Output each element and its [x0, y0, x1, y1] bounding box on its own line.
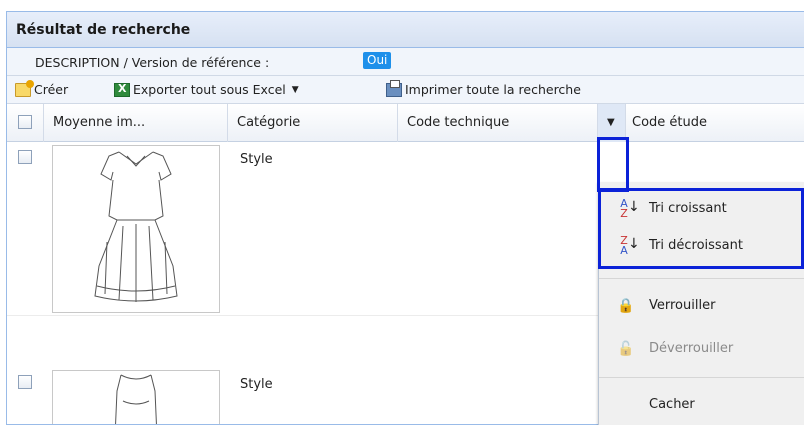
- toolbar: Créer Exporter tout sous Excel ▼ Imprime…: [7, 76, 804, 104]
- grid-header: Moyenne im... Catégorie Code technique ▼…: [7, 104, 804, 142]
- column-header-category[interactable]: Catégorie: [228, 104, 398, 142]
- menu-item-label: Tri croissant: [649, 201, 727, 216]
- panel-title: Résultat de recherche: [16, 22, 191, 38]
- reference-version-badge[interactable]: Oui: [363, 52, 392, 69]
- select-all-cell: [7, 104, 44, 142]
- description-text: DESCRIPTION / Version de référence :: [35, 55, 270, 70]
- excel-icon: [114, 82, 130, 97]
- arrow-down-icon: ↓: [628, 199, 640, 215]
- dress-sketch-icon: [94, 151, 178, 302]
- select-all-checkbox[interactable]: [18, 115, 32, 129]
- create-button[interactable]: Créer: [15, 79, 69, 97]
- row-checkbox[interactable]: [18, 150, 32, 164]
- menu-item-label: Tri décroissant: [649, 238, 743, 253]
- menu-item-lock[interactable]: 🔒 Verrouiller: [599, 288, 804, 324]
- menu-item-label: Déverrouiller: [649, 341, 734, 356]
- menu-separator: [599, 377, 804, 378]
- export-label: Exporter tout sous Excel: [133, 82, 286, 97]
- category-cell: Style: [240, 152, 273, 167]
- dress-thumbnail: [52, 145, 220, 313]
- unlock-icon: 🔓: [617, 341, 635, 357]
- export-excel-button[interactable]: Exporter tout sous Excel ▼: [114, 82, 299, 97]
- lock-icon: 🔒: [617, 298, 635, 314]
- print-label: Imprimer toute la recherche: [405, 82, 581, 97]
- menu-item-label: Verrouiller: [649, 298, 716, 313]
- menu-item-sort-ascending[interactable]: AZ ↓ Tri croissant: [599, 191, 804, 227]
- column-header-label: Code technique: [407, 115, 510, 130]
- menu-item-hide[interactable]: Cacher: [599, 387, 804, 423]
- print-all-button[interactable]: Imprimer toute la recherche: [386, 79, 581, 97]
- chevron-down-icon[interactable]: ▼: [607, 104, 615, 142]
- column-menu-trigger[interactable]: ▼: [598, 104, 626, 142]
- garment-sketch-icon: [115, 374, 157, 424]
- chevron-down-icon[interactable]: ▼: [292, 85, 299, 95]
- column-header-label: Code étude: [632, 115, 707, 130]
- menu-separator: [599, 278, 804, 279]
- category-cell: Style: [240, 377, 273, 392]
- arrow-down-icon: ↓: [628, 236, 640, 252]
- row-checkbox[interactable]: [18, 375, 32, 389]
- menu-item-label: Cacher: [649, 397, 695, 412]
- column-header-technical-code[interactable]: Code technique: [398, 104, 598, 142]
- garment-thumbnail: [52, 370, 220, 424]
- column-header-label: Moyenne im...: [53, 115, 146, 130]
- column-header-study-code[interactable]: Code étude: [626, 104, 804, 142]
- menu-item-unlock[interactable]: 🔓 Déverrouiller: [599, 331, 804, 367]
- create-icon: [15, 79, 34, 97]
- menu-item-sort-descending[interactable]: ZA ↓ Tri décroissant: [599, 228, 804, 264]
- print-icon: [386, 79, 402, 97]
- column-header-image[interactable]: Moyenne im...: [44, 104, 228, 142]
- panel-header: Résultat de recherche: [7, 12, 804, 48]
- column-header-label: Catégorie: [237, 115, 301, 130]
- create-label: Créer: [34, 82, 69, 97]
- description-bar: DESCRIPTION / Version de référence : Oui: [7, 48, 804, 76]
- column-context-menu: AZ ↓ Tri croissant ZA ↓ Tri décroissant …: [598, 182, 804, 425]
